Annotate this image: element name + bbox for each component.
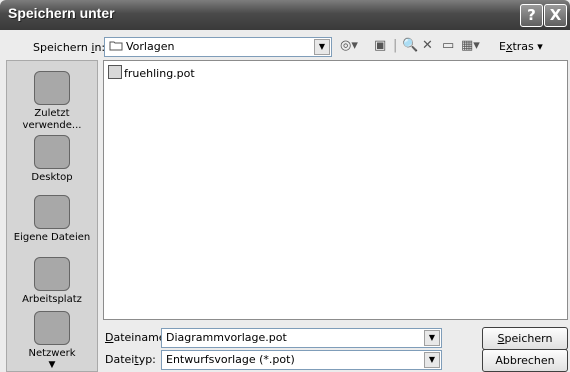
save-button[interactable]: Speichern — [482, 327, 568, 350]
computer-icon — [34, 257, 70, 291]
my-documents-icon — [34, 195, 70, 229]
network-icon — [34, 311, 70, 345]
filename-label: Dateiname: — [105, 331, 170, 344]
filetype-dropdown[interactable]: Entwurfsvorlage (*.pot) ▼ — [161, 350, 442, 370]
chevron-down-icon[interactable]: ▼ — [314, 39, 330, 55]
up-folder-icon[interactable]: ▣ — [374, 38, 386, 53]
recent-documents-icon — [34, 71, 70, 105]
lookin-label: Speichern in: — [33, 41, 106, 54]
close-button[interactable]: X — [544, 4, 567, 27]
separator-icon: | — [393, 38, 398, 53]
views-icon[interactable]: ▦▾ — [461, 38, 480, 53]
filetype-label: Dateityp: — [105, 353, 156, 366]
save-as-dialog: Speichern unter ? X Speichern in: Vorlag… — [0, 0, 570, 372]
help-button[interactable]: ? — [520, 4, 543, 27]
desktop-icon — [34, 135, 70, 169]
list-item[interactable]: fruehling.pot — [108, 65, 195, 80]
search-web-icon[interactable]: 🔍 — [402, 38, 418, 53]
cancel-button[interactable]: Abbrechen — [482, 349, 568, 372]
place-desktop[interactable]: Desktop — [7, 135, 97, 184]
place-recent[interactable]: Zuletzt verwende... — [7, 71, 97, 132]
new-folder-icon[interactable]: ▭ — [442, 38, 454, 53]
lookin-value: Vorlagen — [109, 40, 174, 53]
chevron-down-icon[interactable]: ▼ — [424, 352, 440, 368]
place-my-computer[interactable]: Arbeitsplatz — [7, 257, 97, 306]
lookin-dropdown[interactable]: Vorlagen ▼ — [104, 37, 332, 57]
chevron-down-icon[interactable]: ▼ — [424, 330, 440, 346]
extras-menu[interactable]: Extras ▾ — [499, 40, 543, 53]
title-bar: Speichern unter ? X — [0, 0, 570, 30]
places-scroll-down-icon[interactable]: ▼ — [7, 360, 97, 370]
dialog-title: Speichern unter — [8, 5, 115, 21]
template-file-icon — [108, 65, 122, 79]
back-icon[interactable]: ◎▾ — [340, 38, 358, 53]
place-network[interactable]: Netzwerk ▼ — [7, 311, 97, 370]
filename-input[interactable]: Diagrammvorlage.pot ▼ — [161, 328, 442, 348]
places-bar: Zuletzt verwende... Desktop Eigene Datei… — [6, 60, 98, 372]
file-list[interactable]: fruehling.pot — [103, 60, 568, 320]
folder-icon — [109, 41, 123, 51]
delete-icon[interactable]: ✕ — [422, 38, 433, 53]
place-my-documents[interactable]: Eigene Dateien — [7, 195, 97, 244]
